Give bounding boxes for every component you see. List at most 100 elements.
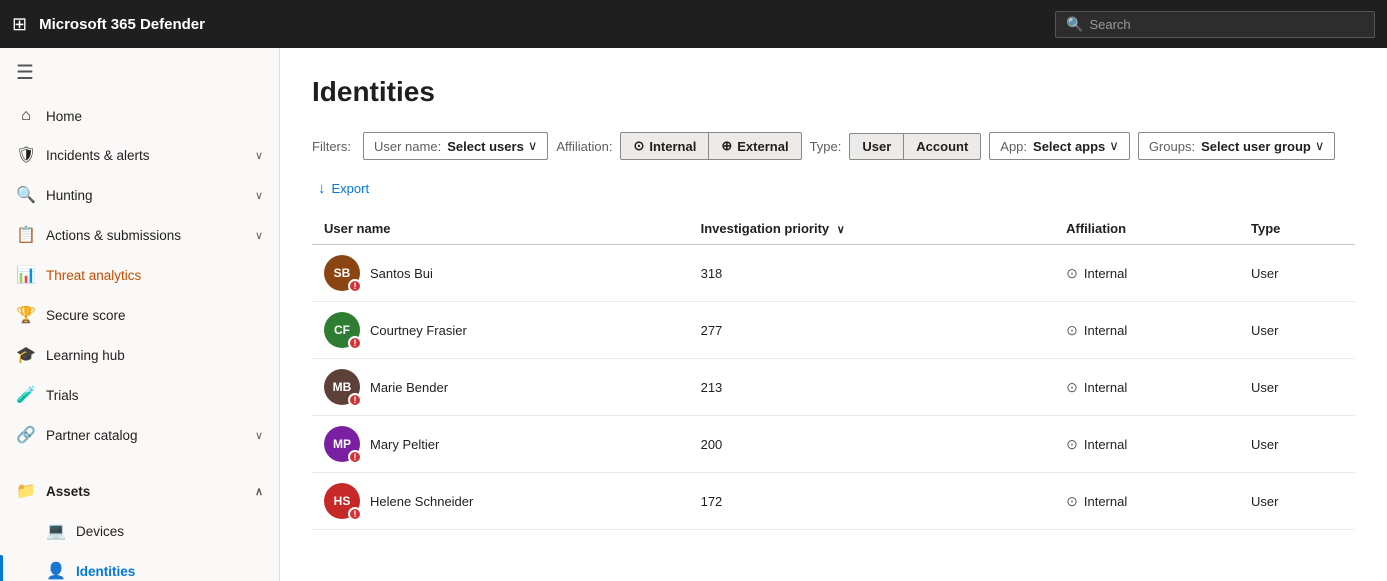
internal-affil-icon: ⊙ — [633, 138, 644, 154]
app-filter[interactable]: App: Select apps ∨ — [989, 132, 1130, 160]
sidebar: ☰ ⌂ Home 🛡 Incidents & alerts ∨ 🔍 Huntin… — [0, 48, 280, 581]
topbar: ⊞ Microsoft 365 Defender 🔍 — [0, 0, 1387, 48]
table-row[interactable]: SB ! Santos Bui 318 ⊙ Internal User — [312, 245, 1355, 302]
sidebar-item-home[interactable]: ⌂ Home — [0, 97, 279, 135]
table-row[interactable]: MB ! Marie Bender 213 ⊙ Internal User — [312, 359, 1355, 416]
threat-analytics-icon: 📊 — [16, 265, 36, 285]
alert-badge: ! — [348, 279, 362, 293]
avatar-wrap: HS ! — [324, 483, 360, 519]
type-user-label: User — [862, 139, 891, 154]
user-name-cell: MB ! Marie Bender — [312, 359, 689, 416]
user-name-cell: MP ! Mary Peltier — [312, 416, 689, 473]
type-account-toggle[interactable]: Account — [903, 133, 981, 160]
alert-badge: ! — [348, 336, 362, 350]
affiliation-value: ⊙ Internal — [1066, 379, 1227, 396]
sidebar-item-learning-hub[interactable]: 🎓 Learning hub — [0, 335, 279, 375]
affiliation-label: Internal — [1084, 323, 1127, 338]
username-filter-value: Select users — [447, 139, 524, 154]
affiliation-label: Internal — [1084, 266, 1127, 281]
search-input[interactable] — [1089, 17, 1364, 32]
app-title: Microsoft 365 Defender — [39, 16, 1043, 33]
type-user-toggle[interactable]: User — [849, 133, 903, 160]
table-toolbar: ↓ Export — [312, 176, 1355, 201]
sidebar-item-trials[interactable]: 🧪 Trials — [0, 375, 279, 415]
type-cell: User — [1239, 416, 1355, 473]
user-name-cell: SB ! Santos Bui — [312, 245, 689, 302]
type-account-label: Account — [916, 139, 968, 154]
user-name[interactable]: Helene Schneider — [370, 494, 473, 509]
actions-icon: 📋 — [16, 225, 36, 245]
alert-badge: ! — [348, 450, 362, 464]
sidebar-toggle[interactable]: ☰ — [0, 48, 279, 97]
user-name[interactable]: Santos Bui — [370, 266, 433, 281]
user-name-cell: HS ! Helene Schneider — [312, 473, 689, 530]
sidebar-item-threat-analytics[interactable]: 📊 Threat analytics — [0, 255, 279, 295]
user-name[interactable]: Mary Peltier — [370, 437, 439, 452]
groups-filter[interactable]: Groups: Select user group ∨ — [1138, 132, 1336, 160]
chevron-down-icon: ∨ — [528, 138, 538, 154]
table-row[interactable]: CF ! Courtney Frasier 277 ⊙ Internal Use… — [312, 302, 1355, 359]
sidebar-item-identities[interactable]: 👤 Identities — [0, 551, 279, 581]
table-row[interactable]: MP ! Mary Peltier 200 ⊙ Internal User — [312, 416, 1355, 473]
app-filter-key: App: — [1000, 139, 1027, 154]
sidebar-item-hunting[interactable]: 🔍 Hunting ∨ — [0, 175, 279, 215]
affiliation-value: ⊙ Internal — [1066, 493, 1227, 510]
user-name[interactable]: Courtney Frasier — [370, 323, 467, 338]
affiliation-external-label: External — [737, 139, 788, 154]
main-content: Identities Filters: User name: Select us… — [280, 48, 1387, 581]
avatar-wrap: CF ! — [324, 312, 360, 348]
grid-icon[interactable]: ⊞ — [12, 14, 27, 35]
affiliation-value: ⊙ Internal — [1066, 436, 1227, 453]
type-cell: User — [1239, 302, 1355, 359]
sidebar-item-devices[interactable]: 💻 Devices — [0, 511, 279, 551]
sidebar-item-partner-catalog[interactable]: 🔗 Partner catalog ∨ — [0, 415, 279, 455]
priority-cell: 277 — [689, 302, 1055, 359]
sort-icon: ∨ — [837, 224, 845, 236]
affiliation-label: Affiliation: — [556, 139, 612, 154]
affiliation-cell: ⊙ Internal — [1054, 416, 1239, 473]
search-icon: 🔍 — [1066, 16, 1083, 33]
affiliation-external-toggle[interactable]: ⊕ External — [708, 132, 801, 160]
affiliation-value: ⊙ Internal — [1066, 265, 1227, 282]
alert-badge: ! — [348, 393, 362, 407]
type-label: Type: — [810, 139, 842, 154]
avatar-wrap: MB ! — [324, 369, 360, 405]
trials-icon: 🧪 — [16, 385, 36, 405]
user-name[interactable]: Marie Bender — [370, 380, 448, 395]
filters-label: Filters: — [312, 139, 351, 154]
affiliation-internal-toggle[interactable]: ⊙ Internal — [620, 132, 708, 160]
user-name-cell: CF ! Courtney Frasier — [312, 302, 689, 359]
learning-hub-icon: 🎓 — [16, 345, 36, 365]
groups-filter-key: Groups: — [1149, 139, 1195, 154]
user-cell: MP ! Mary Peltier — [324, 426, 677, 462]
home-icon: ⌂ — [16, 107, 36, 125]
sidebar-item-actions-submissions[interactable]: 📋 Actions & submissions ∨ — [0, 215, 279, 255]
export-button[interactable]: ↓ Export — [312, 176, 375, 201]
affiliation-cell: ⊙ Internal — [1054, 302, 1239, 359]
avatar-wrap: MP ! — [324, 426, 360, 462]
affiliation-label: Internal — [1084, 437, 1127, 452]
groups-filter-value: Select user group — [1201, 139, 1311, 154]
search-box[interactable]: 🔍 — [1055, 11, 1375, 38]
affiliation-icon: ⊙ — [1066, 379, 1078, 396]
username-filter[interactable]: User name: Select users ∨ — [363, 132, 548, 160]
layout: ☰ ⌂ Home 🛡 Incidents & alerts ∨ 🔍 Huntin… — [0, 48, 1387, 581]
priority-cell: 213 — [689, 359, 1055, 416]
export-label: Export — [332, 181, 370, 196]
export-icon: ↓ — [318, 180, 326, 197]
col-priority[interactable]: Investigation priority ∨ — [689, 213, 1055, 245]
affiliation-cell: ⊙ Internal — [1054, 245, 1239, 302]
sidebar-item-incidents-alerts[interactable]: 🛡 Incidents & alerts ∨ — [0, 135, 279, 175]
affiliation-cell: ⊙ Internal — [1054, 359, 1239, 416]
username-filter-key: User name: — [374, 139, 441, 154]
devices-icon: 💻 — [46, 521, 66, 541]
partner-catalog-icon: 🔗 — [16, 425, 36, 445]
priority-cell: 172 — [689, 473, 1055, 530]
external-affil-icon: ⊕ — [721, 138, 732, 154]
table-row[interactable]: HS ! Helene Schneider 172 ⊙ Internal Use… — [312, 473, 1355, 530]
col-type: Type — [1239, 213, 1355, 245]
affiliation-value: ⊙ Internal — [1066, 322, 1227, 339]
active-indicator — [0, 555, 3, 581]
chevron-down-icon: ∨ — [1109, 138, 1119, 154]
sidebar-item-secure-score[interactable]: 🏆 Secure score — [0, 295, 279, 335]
